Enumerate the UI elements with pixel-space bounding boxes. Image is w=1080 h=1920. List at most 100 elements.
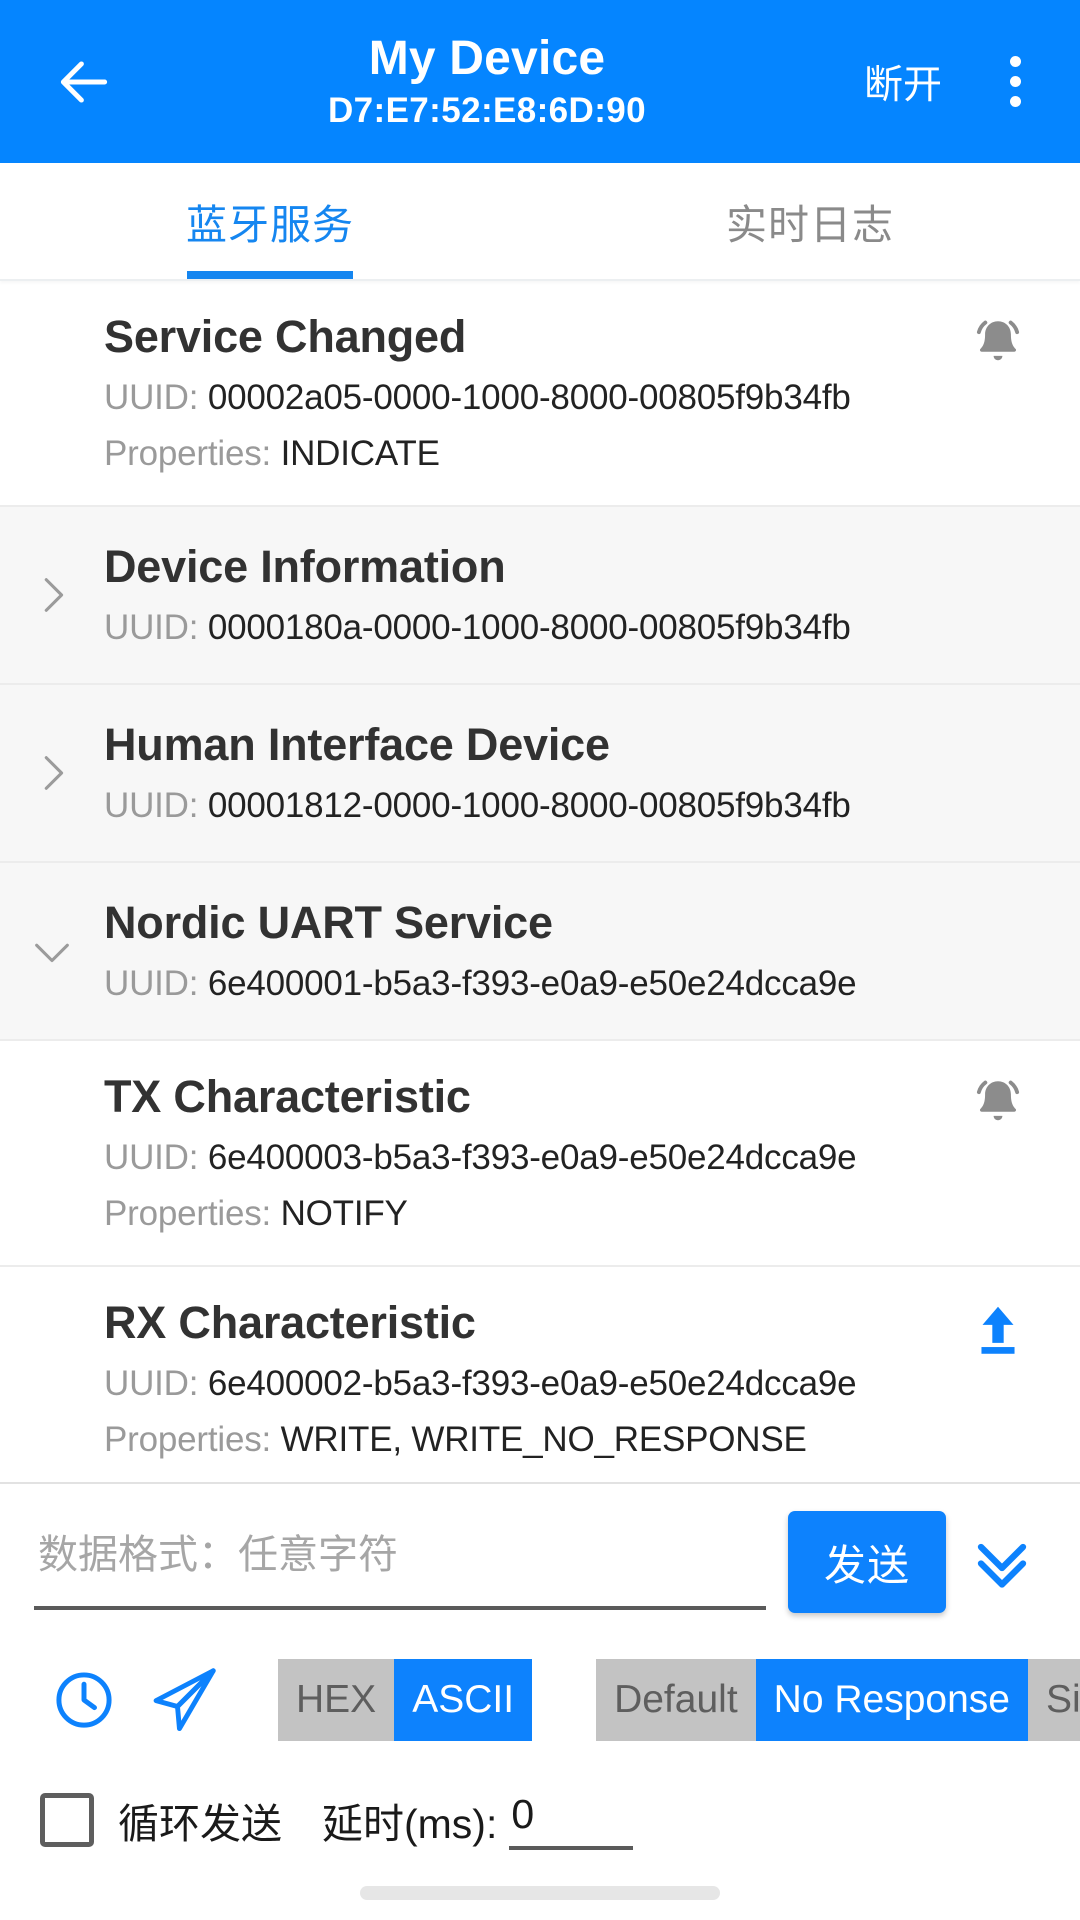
uuid-line: UUID: 00001812-0000-1000-8000-00805f9b34… xyxy=(104,781,940,831)
uuid-line: UUID: 00002a05-0000-1000-8000-00805f9b34… xyxy=(104,373,940,423)
format-ascii-option[interactable]: ASCII xyxy=(394,1659,533,1741)
uuid-line: UUID: 0000180a-0000-1000-8000-00805f9b34… xyxy=(104,603,940,653)
uuid-key: UUID: xyxy=(104,1138,199,1177)
write-type-signed-option[interactable]: Signed xyxy=(1027,1659,1080,1741)
app-bar-titles: My Device D7:E7:52:E8:6D:90 xyxy=(120,30,854,134)
loop-send-checkbox[interactable] xyxy=(40,1793,94,1847)
list-item[interactable]: Human Interface Device UUID: 00001812-00… xyxy=(0,685,1080,863)
uuid-value: 6e400002-b5a3-f393-e0a9-e50e24dcca9e xyxy=(207,1364,857,1403)
bluetooth-device-screen: My Device D7:E7:52:E8:6D:90 断开 蓝牙服务 实时日志… xyxy=(0,0,1080,1920)
properties-key: Properties: xyxy=(104,1420,272,1459)
bell-icon xyxy=(976,320,1020,361)
list-item[interactable]: TX Characteristic UUID: 6e400003-b5a3-f3… xyxy=(0,1041,1080,1267)
row-body: Human Interface Device UUID: 00001812-00… xyxy=(104,715,950,831)
indicate-toggle-button[interactable] xyxy=(950,307,1046,375)
properties-key: Properties: xyxy=(104,434,272,473)
uuid-value: 6e400003-b5a3-f393-e0a9-e50e24dcca9e xyxy=(207,1138,857,1177)
home-gesture-pill[interactable] xyxy=(360,1886,720,1900)
properties-value: NOTIFY xyxy=(280,1194,408,1233)
row-body: Service Changed UUID: 00002a05-0000-1000… xyxy=(104,307,950,479)
chevron-right-icon xyxy=(44,578,64,612)
chevron-right-icon xyxy=(44,756,64,790)
expand-toggle[interactable] xyxy=(0,738,104,808)
list-item[interactable]: Device Information UUID: 0000180a-0000-1… xyxy=(0,507,1080,685)
more-vertical-icon-dot xyxy=(1009,76,1021,87)
write-type-no-response-option[interactable]: No Response xyxy=(755,1659,1028,1741)
properties-line: Properties: NOTIFY xyxy=(104,1189,940,1239)
list-item[interactable]: Nordic UART Service UUID: 6e400001-b5a3-… xyxy=(0,863,1080,1041)
row-body: Nordic UART Service UUID: 6e400001-b5a3-… xyxy=(104,893,950,1009)
history-button[interactable] xyxy=(34,1650,134,1750)
row-icon-spacer xyxy=(950,715,1046,721)
list-item[interactable]: Service Changed UUID: 00002a05-0000-1000… xyxy=(0,281,1080,507)
properties-value: WRITE, WRITE_NO_RESPONSE xyxy=(280,1420,807,1459)
uuid-value: 0000180a-0000-1000-8000-00805f9b34fb xyxy=(207,608,851,647)
overflow-menu-button[interactable] xyxy=(976,36,1054,128)
arrow-left-icon xyxy=(60,60,108,103)
properties-line: Properties: INDICATE xyxy=(104,429,940,479)
uuid-line: UUID: 6e400002-b5a3-f393-e0a9-e50e24dcca… xyxy=(104,1359,940,1409)
quick-send-button[interactable] xyxy=(134,1650,234,1750)
paper-plane-icon xyxy=(153,1668,216,1732)
data-input[interactable] xyxy=(34,1532,766,1588)
upload-icon xyxy=(981,1306,1015,1354)
write-type-toggle-group: Default No Response Signed xyxy=(596,1659,1080,1741)
send-toolbar: HEX ASCII Default No Response Signed xyxy=(0,1622,1080,1756)
delay-input[interactable] xyxy=(509,1790,634,1850)
row-icon-spacer xyxy=(950,893,1046,899)
characteristic-name: Service Changed xyxy=(104,311,467,362)
send-button[interactable]: 发送 xyxy=(788,1511,946,1613)
more-vertical-icon-dot xyxy=(1009,56,1021,67)
uuid-line: UUID: 6e400001-b5a3-f393-e0a9-e50e24dcca… xyxy=(104,959,940,1009)
tab-label: 蓝牙服务 xyxy=(186,202,354,248)
disconnect-button[interactable]: 断开 xyxy=(854,40,952,124)
gatt-list[interactable]: Service Changed UUID: 00002a05-0000-1000… xyxy=(0,281,1080,1482)
row-body: RX Characteristic UUID: 6e400002-b5a3-f3… xyxy=(104,1293,950,1465)
tab-bluetooth-services[interactable]: 蓝牙服务 xyxy=(0,163,540,279)
double-chevron-down-icon xyxy=(977,1543,1027,1588)
characteristic-name: TX Characteristic xyxy=(104,1071,471,1122)
uuid-value: 00001812-0000-1000-8000-00805f9b34fb xyxy=(207,786,851,825)
data-input-wrapper xyxy=(34,1514,766,1610)
chevron-down-icon xyxy=(35,943,69,963)
device-address: D7:E7:52:E8:6D:90 xyxy=(327,90,647,130)
data-format-toggle-group: HEX ASCII xyxy=(278,1659,533,1741)
write-button[interactable] xyxy=(950,1293,1046,1361)
characteristic-name: RX Characteristic xyxy=(104,1297,476,1348)
uuid-key: UUID: xyxy=(104,378,199,417)
app-bar: My Device D7:E7:52:E8:6D:90 断开 xyxy=(0,0,1080,163)
notify-toggle-button[interactable] xyxy=(950,1067,1046,1135)
tab-realtime-log[interactable]: 实时日志 xyxy=(540,163,1080,279)
uuid-key: UUID: xyxy=(104,786,199,825)
write-type-default-option[interactable]: Default xyxy=(596,1659,756,1741)
service-name: Nordic UART Service xyxy=(104,897,553,948)
properties-line: Properties: WRITE, WRITE_NO_RESPONSE xyxy=(104,1415,940,1465)
expand-toggle[interactable] xyxy=(0,560,104,630)
row-body: Device Information UUID: 0000180a-0000-1… xyxy=(104,537,950,653)
uuid-key: UUID: xyxy=(104,608,199,647)
loop-send-label: 循环发送 xyxy=(118,1801,282,1847)
uuid-key: UUID: xyxy=(104,1364,199,1403)
collapse-toggle[interactable] xyxy=(0,916,104,986)
list-item[interactable]: RX Characteristic UUID: 6e400002-b5a3-f3… xyxy=(0,1267,1080,1482)
uuid-value: 00002a05-0000-1000-8000-00805f9b34fb xyxy=(207,378,851,417)
row-body: TX Characteristic UUID: 6e400003-b5a3-f3… xyxy=(104,1067,950,1239)
send-panel: 发送 HEX xyxy=(0,1482,1080,1866)
bell-icon xyxy=(976,1080,1020,1121)
system-navigation-bar xyxy=(0,1866,1080,1920)
delay-label: 延时(ms): xyxy=(322,1801,498,1847)
more-vertical-icon-dot xyxy=(1009,96,1021,107)
format-hex-option[interactable]: HEX xyxy=(278,1659,395,1741)
page-title: My Device xyxy=(368,31,606,85)
collapse-panel-button[interactable] xyxy=(952,1512,1052,1612)
uuid-line: UUID: 6e400003-b5a3-f393-e0a9-e50e24dcca… xyxy=(104,1133,940,1183)
tab-label: 实时日志 xyxy=(726,202,894,248)
back-button[interactable] xyxy=(38,36,130,128)
row-icon-spacer xyxy=(950,537,1046,543)
uuid-value: 6e400001-b5a3-f393-e0a9-e50e24dcca9e xyxy=(207,964,857,1003)
send-row: 发送 xyxy=(0,1502,1080,1622)
tab-bar: 蓝牙服务 实时日志 xyxy=(0,163,1080,281)
properties-key: Properties: xyxy=(104,1194,272,1233)
clock-icon xyxy=(56,1672,112,1728)
properties-value: INDICATE xyxy=(280,434,440,473)
